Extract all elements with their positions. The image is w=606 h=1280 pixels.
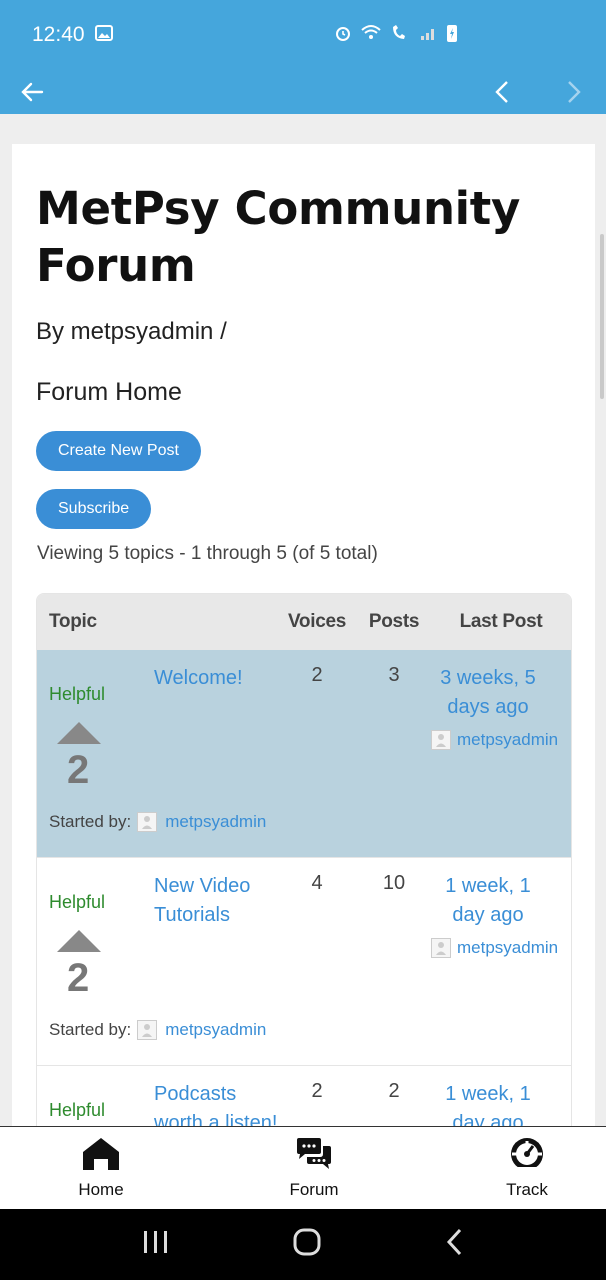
bottom-navigation: Home Forum Track	[0, 1126, 606, 1209]
last-post-link[interactable]: 1 week, 1 day ago	[431, 1080, 545, 1126]
last-post-link[interactable]: 3 weeks, 5 days ago	[431, 664, 545, 722]
top-bar: 12:40	[0, 0, 606, 114]
status-bar: 12:40	[0, 0, 606, 70]
subscribe-button[interactable]: Subscribe	[36, 489, 152, 529]
page-navigation	[488, 78, 588, 106]
posts-count: 2	[388, 1080, 400, 1102]
image-icon	[94, 23, 113, 47]
started-by: Started by: metpsyadmin	[49, 812, 266, 832]
last-post-username[interactable]: metpsyadmin	[457, 938, 558, 958]
app-bar	[0, 70, 606, 114]
vote-count: 2	[67, 956, 90, 1000]
avatar-icon	[137, 1020, 158, 1040]
nav-forum[interactable]: Forum	[283, 1127, 345, 1209]
chat-icon	[295, 1137, 333, 1176]
started-by-label: Started by:	[49, 812, 132, 831]
topic-title-link[interactable]: Welcome!	[154, 664, 284, 693]
viewing-count: Viewing 5 topics - 1 through 5 (of 5 tot…	[37, 543, 378, 564]
nav-track-label: Track	[506, 1179, 548, 1199]
byline: By metpsyadmin /	[36, 318, 227, 345]
helpful-label: Helpful	[49, 684, 106, 704]
header-voices: Voices	[287, 611, 347, 632]
voices-count: 2	[311, 1080, 323, 1102]
avatar-icon	[431, 938, 451, 958]
signal-icon	[420, 25, 438, 46]
voices-count: 4	[311, 872, 323, 894]
table-row: Helpful 2 Welcome! 2 3 3 weeks, 5 days a…	[37, 650, 571, 858]
avatar-icon	[431, 730, 451, 750]
header-posts: Posts	[368, 611, 420, 632]
status-time: 12:40	[32, 23, 85, 46]
wifi-icon	[360, 24, 382, 47]
chevron-right-icon[interactable]	[560, 78, 588, 106]
started-by: Started by: metpsyadmin	[49, 1020, 266, 1040]
system-back-icon[interactable]	[444, 1228, 464, 1261]
gauge-icon	[508, 1137, 546, 1176]
status-icons	[334, 23, 458, 48]
system-nav-bar	[0, 1209, 606, 1280]
last-post-user[interactable]: metpsyadmin	[431, 938, 567, 958]
recent-apps-icon[interactable]	[142, 1230, 170, 1259]
avatar-icon	[137, 812, 158, 832]
upvote-arrow-icon[interactable]	[57, 722, 101, 744]
chevron-left-icon[interactable]	[488, 78, 516, 106]
topic-title-link[interactable]: New Video Tutorials	[154, 872, 284, 930]
home-icon	[82, 1137, 120, 1176]
content-area[interactable]: MetPsy Community Forum By metpsyadmin / …	[0, 114, 606, 1126]
forum-home-breadcrumb[interactable]: Forum Home	[36, 378, 571, 407]
started-by-label: Started by:	[49, 1020, 132, 1039]
table-row: Helpful Podcasts worth a listen! 2 2 1 w…	[37, 1066, 571, 1126]
upvote-arrow-icon[interactable]	[57, 930, 101, 952]
alarm-icon	[334, 24, 352, 47]
starter-username[interactable]: metpsyadmin	[165, 812, 266, 832]
page-title: MetPsy Community Forum	[36, 182, 521, 292]
status-time-group: 12:40	[32, 23, 113, 47]
nav-home-label: Home	[78, 1179, 124, 1199]
vote-count: 2	[67, 748, 90, 792]
topic-title-link[interactable]: Podcasts worth a listen!	[154, 1080, 284, 1126]
posts-count: 10	[382, 872, 406, 894]
starter-username[interactable]: metpsyadmin	[165, 1020, 266, 1040]
table-header: Topic Voices Posts Last Post	[37, 594, 571, 650]
nav-home[interactable]: Home	[70, 1127, 132, 1209]
last-post-username[interactable]: metpsyadmin	[457, 730, 558, 750]
create-new-post-button[interactable]: Create New Post	[36, 431, 201, 471]
forum-card: MetPsy Community Forum By metpsyadmin / …	[12, 144, 595, 1126]
nav-forum-label: Forum	[289, 1179, 339, 1199]
helpful-label: Helpful	[49, 1100, 106, 1120]
posts-count: 3	[388, 664, 400, 686]
home-circle-icon[interactable]	[293, 1228, 321, 1261]
topics-table: Topic Voices Posts Last Post Helpful 2 W…	[36, 593, 572, 1126]
header-last-post: Last Post	[459, 611, 543, 632]
scrollbar[interactable]	[600, 234, 604, 399]
last-post-link[interactable]: 1 week, 1 day ago	[431, 872, 545, 930]
table-row: Helpful 2 New Video Tutorials 4 10 1 wee…	[37, 858, 571, 1066]
voices-count: 2	[311, 664, 323, 686]
battery-charging-icon	[446, 23, 458, 48]
wifi-call-icon	[390, 24, 412, 47]
header-topic: Topic	[49, 611, 97, 632]
back-arrow-icon[interactable]	[18, 78, 46, 106]
nav-track[interactable]: Track	[496, 1127, 558, 1209]
helpful-label: Helpful	[49, 892, 106, 912]
last-post-user[interactable]: metpsyadmin	[431, 730, 567, 750]
